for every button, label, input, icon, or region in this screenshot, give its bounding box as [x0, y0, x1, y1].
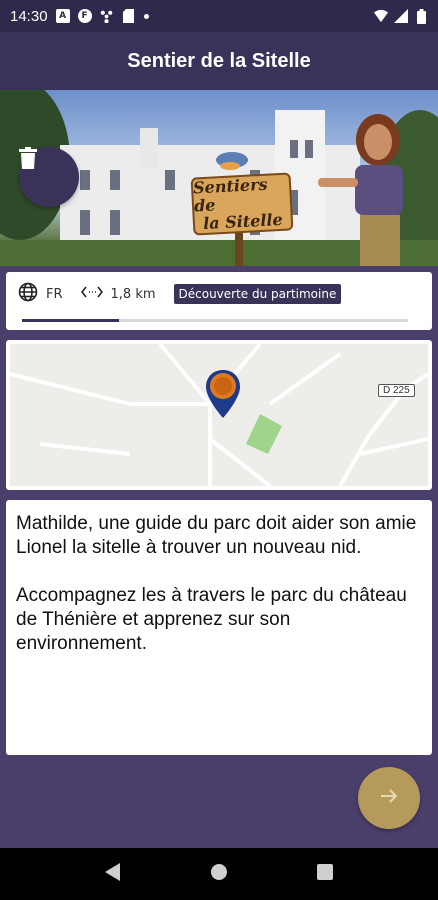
sd-card-icon [122, 9, 136, 23]
road-label: D 225 [378, 384, 415, 397]
battery-icon [414, 8, 428, 24]
trail-info-card: FR 1,8 km Découverte du partimoine [6, 272, 432, 330]
dot-icon [143, 13, 149, 19]
home-icon[interactable] [210, 863, 228, 885]
category-badge: Découverte du partimoine [173, 284, 342, 304]
fan-icon [100, 9, 114, 23]
signal-icon [394, 9, 408, 23]
trail-sign: Sentiers de la Sitelle [190, 172, 294, 236]
distance-label: 1,8 km [110, 286, 156, 302]
back-icon[interactable] [104, 863, 121, 885]
map-card[interactable]: D 225 [6, 340, 432, 490]
notification-a-icon: A [55, 9, 70, 23]
next-button[interactable] [358, 767, 420, 829]
delete-button[interactable] [19, 147, 79, 207]
progress-fill [22, 319, 119, 322]
location-pin-icon[interactable] [206, 370, 240, 418]
sign-line-2: la Sitelle [202, 209, 284, 234]
description-paragraph-2: Accompagnez les à travers le parc du châ… [16, 585, 407, 654]
progress-track [22, 319, 408, 322]
arrow-right-icon [379, 786, 399, 810]
distance-icon [80, 285, 103, 303]
language-info: FR [18, 282, 63, 306]
distance-info: 1,8 km [80, 285, 156, 303]
hero-image: Sentiers de la Sitelle [0, 90, 438, 266]
map-view[interactable]: D 225 [10, 344, 428, 486]
wifi-icon [374, 9, 388, 23]
description-card: Mathilde, une guide du parc doit aider s… [6, 500, 432, 755]
description-paragraph-1: Mathilde, une guide du parc doit aider s… [16, 513, 417, 558]
language-label: FR [46, 286, 63, 302]
globe-icon [18, 282, 38, 306]
page-title: Sentier de la Sitelle [127, 49, 311, 72]
system-nav-bar [0, 848, 438, 900]
status-bar: 14:30 A F [0, 0, 438, 32]
app-bar: Sentier de la Sitelle [0, 32, 438, 90]
status-time: 14:30 [10, 7, 48, 25]
notification-f-icon: F [77, 9, 92, 23]
recents-icon[interactable] [317, 864, 334, 884]
